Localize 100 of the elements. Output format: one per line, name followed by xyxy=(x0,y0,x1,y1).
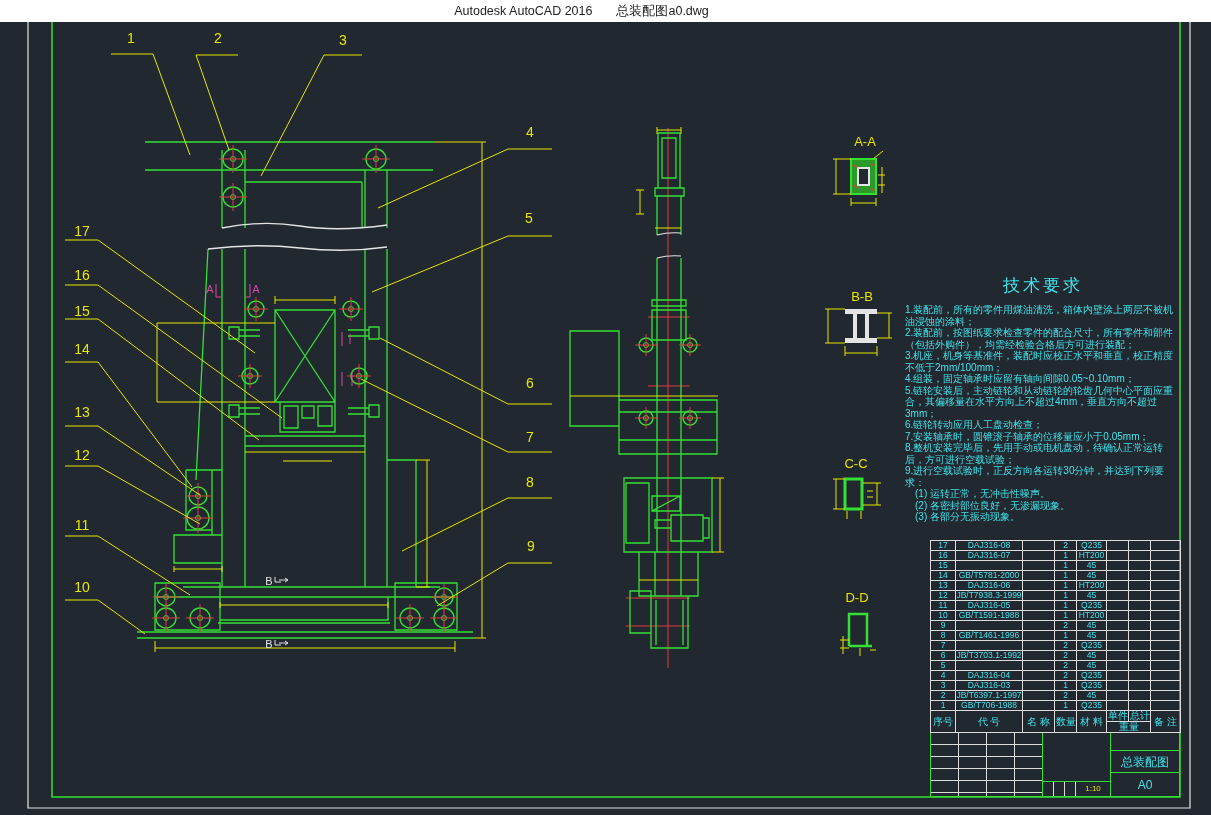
table-cell: 2 xyxy=(1054,660,1077,671)
channel-section-drawing xyxy=(832,477,882,520)
part-number: 1 xyxy=(127,30,135,46)
table-cell: 45 xyxy=(1076,660,1107,671)
part-number: 13 xyxy=(74,404,90,420)
table-header-cell: 单件 xyxy=(1106,710,1129,722)
table-cell: GB/T706-1988 xyxy=(955,700,1023,711)
angle-section-drawing xyxy=(839,612,877,657)
table-cell: 8 xyxy=(930,630,956,641)
requirement-item: 4.组装，固定轴承时应留有轴向间隙0.05~0.10mm； xyxy=(905,373,1136,384)
sheet-size: A0 xyxy=(1136,776,1154,794)
section-mark: A xyxy=(206,283,214,295)
table-cell: GB/T1461-1996 xyxy=(955,630,1023,641)
table-header-cell: 备 注 xyxy=(1150,710,1181,733)
requirement-item: 8.整机安装完毕后，先用手动或电机盘动，待确认正常运转后，方可进行空载试验； xyxy=(905,442,1165,465)
requirement-item: 5.链轮安装后，主动链轮和从动链轮的轮齿几何中心平面应重合，其偏移量在水平方向上不超过4mm，垂直方向不超过3mm； xyxy=(905,384,1175,419)
table-cell: 3 xyxy=(930,680,956,691)
table-cell: 2 xyxy=(930,690,956,701)
table-cell: Q235 xyxy=(1076,680,1107,691)
table-cell: 45 xyxy=(1076,570,1107,581)
table-cell: 45 xyxy=(1076,630,1107,641)
part-number: 2 xyxy=(214,30,222,46)
requirement-item: 7.安装轴承时，圆锥滚子轴承的位移量应小于0.05mm； xyxy=(905,430,1151,442)
table-cell: 2 xyxy=(1054,690,1077,701)
table-cell: 45 xyxy=(1076,690,1107,701)
table-cell: 1 xyxy=(1054,560,1077,571)
table-cell: GB/T5781-2000 xyxy=(955,570,1023,581)
table-cell: 5 xyxy=(930,660,956,671)
table-header-cell: 总计 xyxy=(1128,710,1151,722)
part-number: 17 xyxy=(74,223,90,239)
table-cell: HT200 xyxy=(1076,550,1107,561)
table-cell: 10 xyxy=(930,610,956,621)
table-cell: 4 xyxy=(930,670,956,681)
part-number: 14 xyxy=(74,341,90,357)
table-header-cell: 名 称 xyxy=(1022,710,1055,733)
table-cell: JB/T3703.1-1992 xyxy=(955,650,1023,661)
section-title: D-D xyxy=(845,590,869,605)
part-number: 12 xyxy=(74,447,90,463)
table-cell: 2 xyxy=(1054,650,1077,661)
table-cell: 2 xyxy=(1054,540,1077,551)
table-cell: Q235 xyxy=(1076,700,1107,711)
app-title: Autodesk AutoCAD 2016 xyxy=(454,2,593,20)
table-cell: 45 xyxy=(1076,650,1107,661)
requirement-item: 6.链轮转动应用人工盘动检查； xyxy=(905,419,1045,431)
table-header-cell: 重量 xyxy=(1106,721,1151,733)
table-cell: HT200 xyxy=(1076,610,1107,621)
table-header-cell: 材 料 xyxy=(1076,710,1107,733)
section-title: B-B xyxy=(851,289,873,304)
table-cell: 45 xyxy=(1076,590,1107,601)
i-beam-section-drawing xyxy=(824,308,893,357)
table-cell: JB/T6397.1-1997 xyxy=(955,690,1023,701)
part-number: 16 xyxy=(74,267,90,283)
table-cell: 1 xyxy=(1054,570,1077,581)
table-cell: 1 xyxy=(1054,600,1077,611)
table-cell: 16 xyxy=(930,550,956,561)
part-number: 11 xyxy=(74,517,90,533)
table-cell: 14 xyxy=(930,570,956,581)
table-cell: 1 xyxy=(930,700,956,711)
table-cell: 17 xyxy=(930,540,956,551)
part-number: 10 xyxy=(74,579,90,595)
table-cell: 45 xyxy=(1076,560,1107,571)
table-cell: HT200 xyxy=(1076,580,1107,591)
table-cell: 1 xyxy=(1054,630,1077,641)
table-cell: 12 xyxy=(930,590,956,601)
part-number: 4 xyxy=(526,124,534,140)
table-cell: DAJ316-03 xyxy=(955,680,1023,691)
table-cell: DAJ316-07 xyxy=(955,550,1023,561)
table-cell: 1 xyxy=(1054,580,1077,591)
part-number: 5 xyxy=(525,210,533,226)
requirement-item: 9.进行空载试验时，正反方向各运转30分钟，并达到下列要求： xyxy=(905,465,1166,488)
table-header-cell: 序号 xyxy=(930,710,956,733)
table-cell: DAJ316-05 xyxy=(955,600,1023,611)
part-number: 9 xyxy=(527,538,535,554)
table-cell: DAJ316-04 xyxy=(955,670,1023,681)
section-mark: A xyxy=(252,283,260,295)
section-title: C-C xyxy=(844,456,868,471)
file-name: 总装配图a0.dwg xyxy=(616,2,709,20)
part-number: 8 xyxy=(526,474,534,490)
table-cell: 6 xyxy=(930,650,956,661)
table-header-cell: 数量 xyxy=(1054,710,1077,733)
hollow-section-drawing xyxy=(832,150,886,207)
requirement-subitem: (3) 各部分无振动现象。 xyxy=(914,511,1021,523)
scale-value: 1:10 xyxy=(1084,783,1102,795)
table-cell: 2 xyxy=(1054,640,1077,651)
table-cell: Q235 xyxy=(1076,540,1107,551)
requirement-subitem: (1) 运转正常，无冲击性噪声。 xyxy=(914,488,1051,500)
table-cell: 1 xyxy=(1054,610,1077,621)
table-cell: 2 xyxy=(1054,620,1077,631)
table-cell: 9 xyxy=(930,620,956,631)
table-cell: 15 xyxy=(930,560,956,571)
table-header-cell: 代 号 xyxy=(955,710,1023,733)
part-number: 3 xyxy=(339,32,347,48)
table-cell: 13 xyxy=(930,580,956,591)
requirement-subitem: (2) 各密封部位良好，无渗漏现象。 xyxy=(914,499,1071,511)
table-cell: 2 xyxy=(1054,670,1077,681)
part-number: 15 xyxy=(74,303,90,319)
table-cell: 1 xyxy=(1054,680,1077,691)
part-number: 7 xyxy=(526,429,534,445)
section-mark: B xyxy=(265,575,273,587)
section-title: A-A xyxy=(854,134,876,149)
